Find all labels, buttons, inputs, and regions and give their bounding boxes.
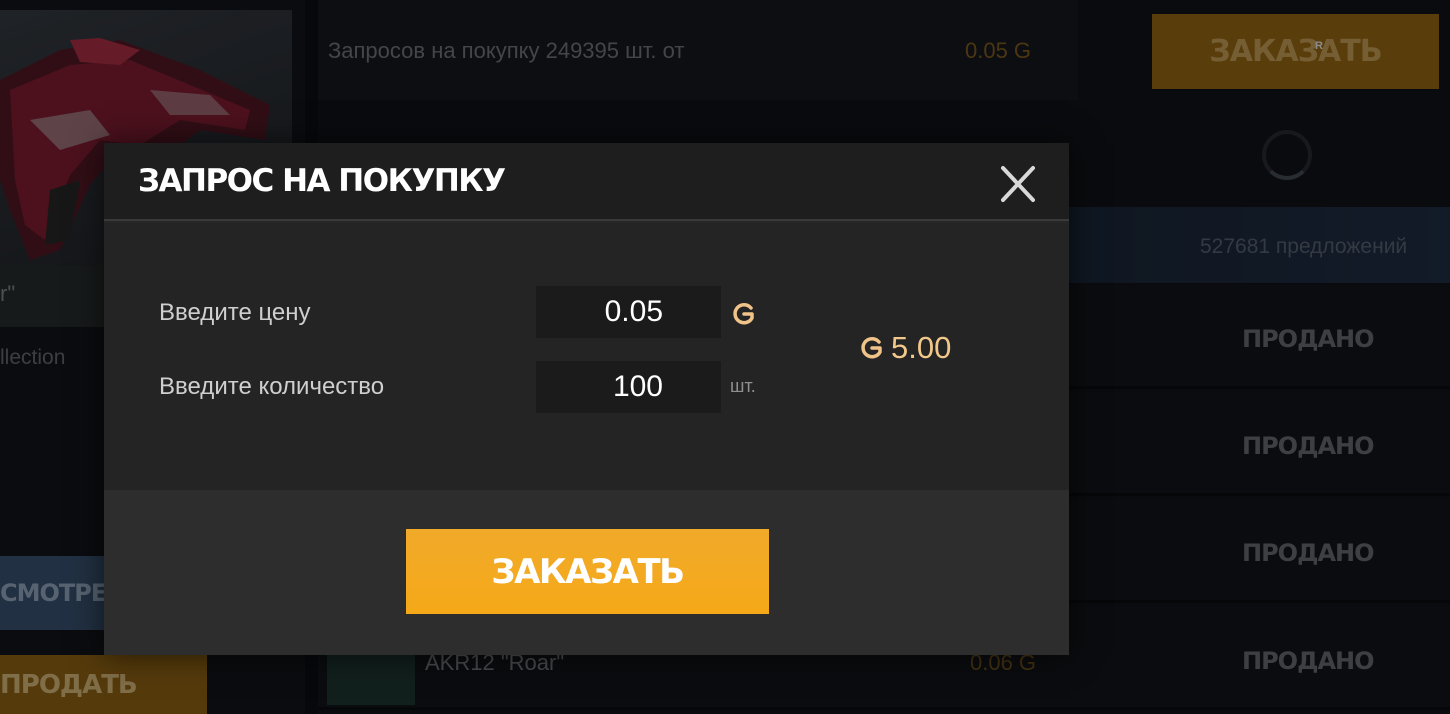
price-input[interactable] — [536, 286, 721, 338]
quantity-unit: шт. — [730, 376, 756, 396]
gold-currency-icon — [733, 303, 754, 325]
quantity-input[interactable] — [536, 361, 721, 413]
total-price: 5.00 — [859, 330, 951, 366]
buy-request-dialog: ЗАПРОС НА ПОКУПКУ Введите цену Введите к… — [104, 143, 1069, 655]
close-button[interactable] — [994, 163, 1042, 205]
dialog-body: Введите цену Введите количество шт. 5.00 — [104, 223, 1069, 490]
close-icon — [1001, 166, 1035, 202]
price-label: Введите цену — [159, 299, 311, 326]
total-value: 5.00 — [891, 330, 952, 365]
dialog-title: ЗАПРОС НА ПОКУПКУ — [138, 163, 506, 199]
order-button[interactable]: ЗАКАЗАТЬ — [406, 529, 769, 614]
dialog-footer: ЗАКАЗАТЬ — [104, 490, 1069, 655]
dialog-header: ЗАПРОС НА ПОКУПКУ — [104, 143, 1069, 221]
gold-currency-icon — [861, 337, 882, 359]
quantity-label: Введите количество — [159, 373, 385, 400]
